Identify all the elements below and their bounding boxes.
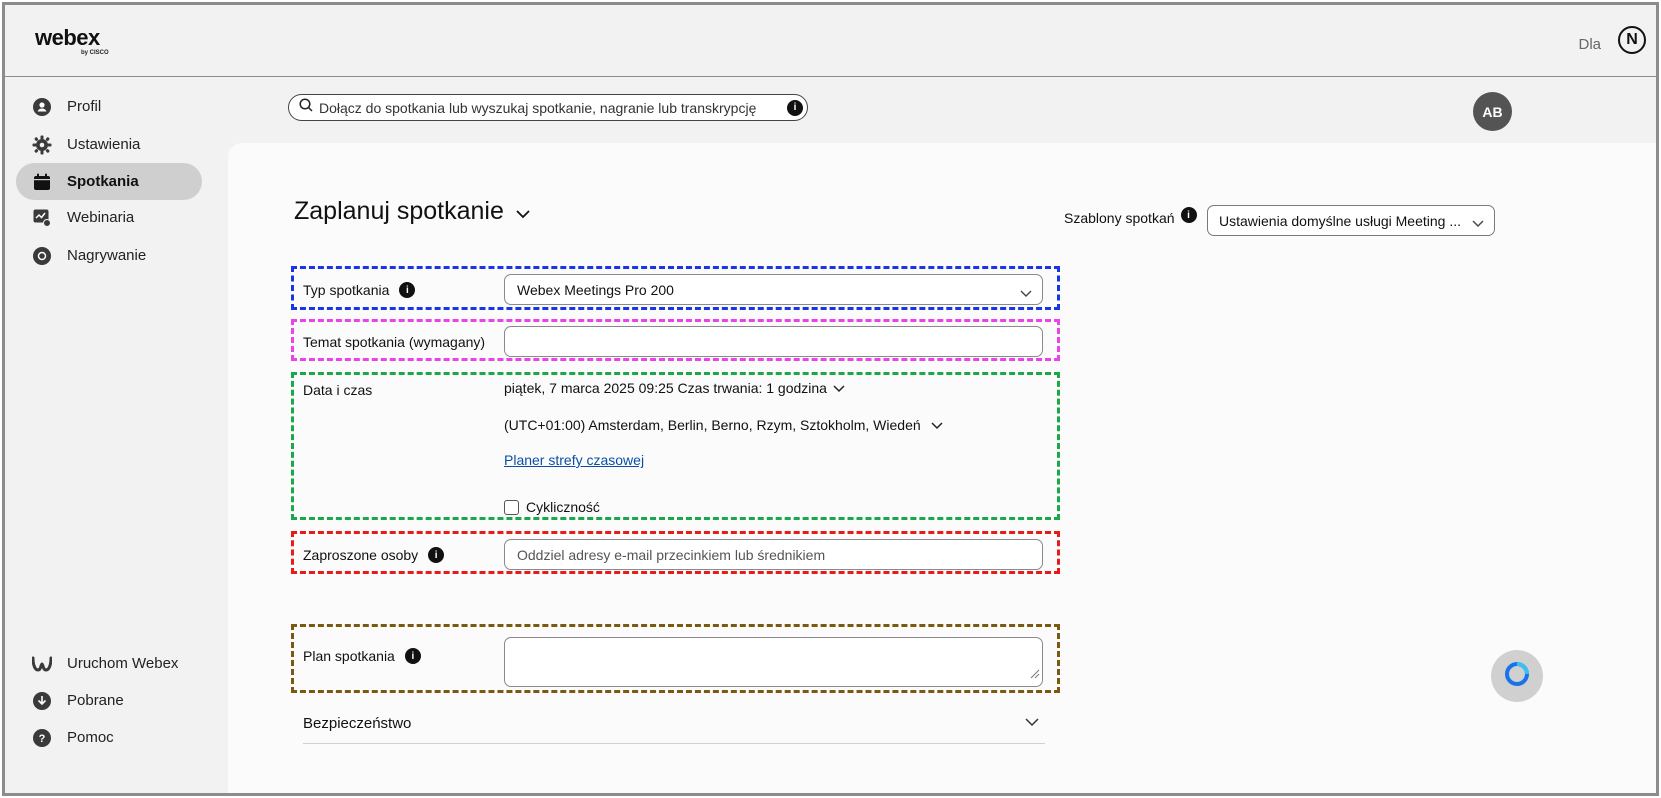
info-icon[interactable]: i — [399, 282, 416, 298]
download-icon — [32, 691, 52, 711]
datetime-selector[interactable]: piątek, 7 marca 2025 09:25 Czas trwania:… — [504, 380, 845, 396]
page-title[interactable]: Zaplanuj spotkanie — [294, 197, 530, 226]
webex-logo[interactable]: webex by CISCO — [35, 25, 109, 57]
chevron-down-icon — [1025, 714, 1039, 731]
search-box[interactable]: i — [288, 94, 808, 121]
chevron-down-icon — [1020, 285, 1032, 301]
invitees-input[interactable] — [504, 539, 1043, 570]
svg-text:?: ? — [39, 733, 46, 745]
datetime-label: Data i czas — [303, 382, 373, 398]
templates-label: Szablony spotkań i — [1064, 207, 1197, 226]
chevron-down-icon — [833, 380, 845, 396]
topic-field[interactable] — [517, 333, 1042, 350]
sidebar-item-uruchom-webex[interactable]: Uruchom Webex — [16, 645, 202, 682]
recurrence-row[interactable]: Cykliczność — [504, 499, 600, 515]
sidebar-item-nagrywanie[interactable]: Nagrywanie — [16, 237, 202, 274]
timezone-value: (UTC+01:00) Amsterdam, Berlin, Berno, Rz… — [504, 417, 921, 433]
sidebar-item-label: Ustawienia — [67, 136, 141, 153]
agenda-textarea[interactable] — [504, 637, 1043, 687]
info-icon[interactable]: i — [404, 648, 421, 664]
agenda-label-text: Plan spotkania — [303, 648, 395, 664]
meeting-type-label: Typ spotkania i — [303, 282, 416, 298]
sidebar-item-pomoc[interactable]: ? Pomoc — [16, 719, 202, 756]
sidebar-item-label: Nagrywanie — [67, 247, 147, 264]
topic-label: Temat spotkania (wymagany) — [303, 334, 486, 350]
logo-text: webex — [35, 25, 100, 50]
recurrence-label: Cykliczność — [526, 499, 600, 515]
timezone-selector[interactable]: (UTC+01:00) Amsterdam, Berlin, Berno, Rz… — [504, 417, 943, 433]
info-icon[interactable]: i — [428, 547, 445, 563]
help-icon: ? — [32, 728, 52, 748]
sidebar-item-label: Pobrane — [67, 692, 124, 709]
sidebar-item-label: Uruchom Webex — [67, 655, 179, 672]
brand-badge[interactable]: N — [1618, 26, 1646, 54]
sidebar-item-label: Pomoc — [67, 729, 114, 746]
sidebar-item-profil[interactable]: Profil — [16, 88, 202, 125]
schedule-panel: Zaplanuj spotkanie Szablony spotkań i Us… — [228, 143, 1656, 793]
assistant-icon — [1504, 661, 1530, 692]
chevron-down-icon — [516, 197, 530, 226]
agenda-label: Plan spotkania i — [303, 648, 421, 664]
invitees-label-text: Zaproszone osoby — [303, 547, 419, 563]
invitees-field[interactable] — [517, 546, 1042, 563]
search-icon — [299, 98, 313, 117]
sidebar-item-spotkania[interactable]: Spotkania — [16, 163, 202, 200]
sidebar-item-label: Webinaria — [67, 209, 135, 226]
top-bar: webex by CISCO Dla N — [5, 5, 1656, 77]
webex-icon — [32, 654, 52, 674]
sidebar: Profil Ustawienia Spotkania Webinaria Na… — [5, 78, 227, 793]
templates-select-value: Ustawienia domyślne usługi Meeting ... — [1219, 212, 1462, 229]
assistant-button[interactable] — [1491, 650, 1543, 702]
sidebar-item-pobrane[interactable]: Pobrane — [16, 682, 202, 719]
sidebar-item-label: Spotkania — [67, 173, 139, 190]
sidebar-item-webinaria[interactable]: Webinaria — [16, 199, 202, 236]
app-window: webex by CISCO Dla N Profil Ustawienia S… — [2, 2, 1659, 796]
info-icon[interactable]: i — [1180, 207, 1197, 223]
meeting-type-select[interactable]: Webex Meetings Pro 200 — [504, 274, 1043, 305]
recording-icon — [32, 246, 52, 266]
security-section-title: Bezpieczeństwo — [303, 715, 412, 732]
security-section[interactable]: Bezpieczeństwo — [303, 704, 1045, 744]
for-label: Dla — [1578, 36, 1601, 53]
info-icon[interactable]: i — [787, 99, 803, 116]
search-input[interactable] — [319, 99, 787, 116]
datetime-value: piątek, 7 marca 2025 09:25 Czas trwania:… — [504, 380, 827, 396]
templates-select[interactable]: Ustawienia domyślne usługi Meeting ... — [1207, 205, 1495, 236]
page-title-text: Zaplanuj spotkanie — [294, 197, 504, 225]
chevron-down-icon — [1472, 215, 1484, 231]
profile-icon — [32, 97, 52, 117]
webinar-icon — [32, 208, 52, 228]
invitees-label: Zaproszone osoby i — [303, 547, 445, 563]
avatar[interactable]: AB — [1473, 92, 1512, 131]
topic-input[interactable] — [504, 326, 1043, 357]
gear-icon — [32, 135, 52, 155]
sidebar-item-label: Profil — [67, 98, 102, 115]
sidebar-item-ustawienia[interactable]: Ustawienia — [16, 126, 202, 163]
templates-label-text: Szablony spotkań — [1064, 210, 1175, 226]
recurrence-checkbox[interactable] — [504, 499, 519, 515]
timezone-planner-link[interactable]: Planer strefy czasowej — [504, 452, 644, 468]
meeting-type-value: Webex Meetings Pro 200 — [517, 281, 674, 298]
resize-handle-icon[interactable] — [1028, 666, 1040, 684]
meeting-type-label-text: Typ spotkania — [303, 282, 390, 298]
chevron-down-icon — [931, 417, 943, 433]
calendar-icon — [32, 172, 52, 192]
logo-subtext: by CISCO — [81, 50, 109, 56]
